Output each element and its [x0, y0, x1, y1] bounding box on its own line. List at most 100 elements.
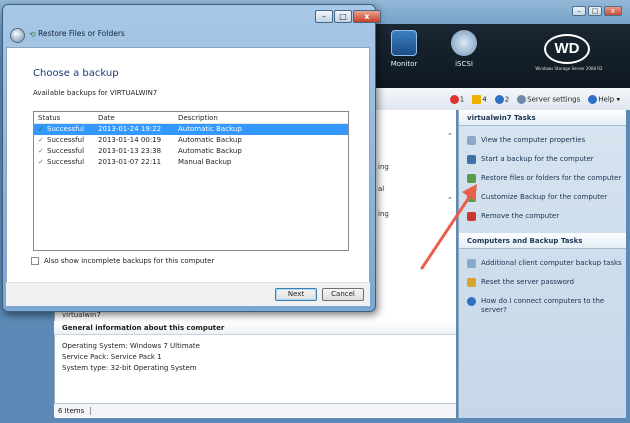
help-label: Help	[598, 95, 615, 103]
incomplete-backups-label: Also show incomplete backups for this co…	[44, 257, 215, 265]
next-button[interactable]: Next	[275, 288, 317, 301]
partial-text: ing	[378, 210, 389, 218]
task-label: How do I connect computers to the server…	[481, 297, 605, 314]
tasks-header: virtualwin7 Tasks	[459, 110, 626, 126]
task-label: View the computer properties	[481, 136, 586, 144]
toolbar-iscsi[interactable]: iSCSI	[442, 30, 486, 68]
dashboard-maximize-button[interactable]: □	[588, 6, 602, 16]
dialog-close-button[interactable]: x	[353, 10, 381, 23]
dialog-footer: Next Cancel	[6, 282, 370, 306]
dialog-title: Restore Files or Folders	[38, 29, 125, 38]
partial-text: al	[378, 185, 385, 193]
list-header: Status Date Description	[34, 112, 348, 124]
info-icon	[494, 94, 504, 104]
general-info-line: Operating System: Windows 7 Ultimate	[62, 342, 200, 350]
restore-wizard-icon: ⟲	[29, 30, 36, 39]
success-check-icon: ✓	[38, 125, 44, 133]
backup-icon	[467, 155, 476, 164]
row-status: Successful	[47, 147, 85, 155]
incomplete-backups-checkbox[interactable]	[31, 257, 39, 265]
dialog-minimize-button[interactable]: –	[315, 10, 333, 23]
dashboard-close-button[interactable]: x	[604, 6, 622, 16]
errors-indicator[interactable]: 1	[449, 94, 465, 104]
help-icon	[588, 94, 598, 104]
row-date: 2013-01-24 19:22	[98, 125, 162, 133]
row-date: 2013-01-13 23:38	[98, 147, 162, 155]
task-label: Start a backup for the computer	[481, 155, 594, 163]
collapse-arrow-icon[interactable]: ⌃	[447, 196, 453, 204]
warning-icon	[472, 94, 482, 104]
collapse-arrow-icon[interactable]: ⌃	[447, 132, 453, 140]
wd-logo: WD	[544, 34, 590, 64]
back-button[interactable]: ←	[10, 28, 25, 43]
general-info-line: Service Pack: Service Pack 1	[62, 353, 162, 361]
toolbar-iscsi-label: iSCSI	[455, 60, 473, 68]
warnings-indicator[interactable]: 4	[472, 94, 487, 104]
dashboard-minimize-button[interactable]: –	[572, 6, 586, 16]
toolbar-monitor-label: Monitor	[390, 60, 418, 68]
restore-icon	[467, 174, 476, 183]
wd-logo-subtitle: Windows Storage Server 2008 R2	[535, 66, 603, 71]
dialog-window-controls: – □ x	[315, 10, 381, 23]
general-info-header: General information about this computer	[54, 321, 456, 335]
success-check-icon: ✓	[38, 158, 44, 166]
cancel-button[interactable]: Cancel	[322, 288, 364, 301]
backup-row[interactable]: ✓ Successful 2013-01-07 22:11 Manual Bac…	[34, 157, 348, 168]
properties-icon	[467, 136, 476, 145]
task-reset-password[interactable]: Reset the server password	[459, 278, 626, 287]
column-status[interactable]: Status	[38, 114, 60, 122]
info-count: 2	[504, 95, 510, 103]
column-date[interactable]: Date	[98, 114, 115, 122]
row-description: Automatic Backup	[178, 136, 242, 144]
row-description: Automatic Backup	[178, 147, 242, 155]
row-date: 2013-01-07 22:11	[98, 158, 162, 166]
row-status: Successful	[47, 158, 85, 166]
task-remove-computer[interactable]: Remove the computer	[459, 212, 626, 221]
dashboard-statusbar: 1 4 2 Server settings Help ▾	[370, 88, 630, 110]
computer-name: virtualwin7	[62, 311, 101, 319]
computers-header: Computers and Backup Tasks	[459, 233, 626, 249]
customize-icon	[467, 193, 476, 202]
dialog-maximize-button[interactable]: □	[334, 10, 352, 23]
task-label: Remove the computer	[481, 212, 560, 220]
server-settings-label: Server settings	[527, 95, 581, 103]
task-customize-backup[interactable]: Customize Backup for the computer	[459, 193, 626, 202]
task-how-connect[interactable]: How do I connect computers to the server…	[459, 297, 626, 315]
tasks-icon	[467, 259, 476, 268]
task-additional-backup[interactable]: Additional client computer backup tasks	[459, 259, 626, 268]
gear-icon	[517, 94, 527, 104]
dashboard-window-controls: – □ x	[572, 6, 622, 16]
task-restore-files[interactable]: Restore files or folders for the compute…	[459, 174, 626, 183]
incomplete-backups-option[interactable]: Also show incomplete backups for this co…	[31, 257, 214, 265]
backups-list[interactable]: Status Date Description ✓ Successful 201…	[33, 111, 349, 251]
row-status: Successful	[47, 136, 85, 144]
dashboard-toolbar: Monitor iSCSI	[370, 24, 630, 88]
task-view-properties[interactable]: View the computer properties	[459, 136, 626, 145]
items-count-bar: 6 Items	[54, 403, 456, 417]
warnings-count: 4	[482, 95, 487, 103]
errors-count: 1	[459, 95, 465, 103]
tasks-pane: virtualwin7 Tasks View the computer prop…	[458, 110, 626, 418]
toolbar-monitor[interactable]: Monitor	[382, 30, 426, 68]
backup-row[interactable]: ✓ Successful 2013-01-13 23:38 Automatic …	[34, 146, 348, 157]
task-label: Additional client computer backup tasks	[481, 259, 622, 267]
info-indicator[interactable]: 2	[494, 94, 510, 104]
row-description: Automatic Backup	[178, 125, 242, 133]
general-info-line: System type: 32-bit Operating System	[62, 364, 197, 372]
success-check-icon: ✓	[38, 136, 44, 144]
task-label: Reset the server password	[481, 278, 575, 286]
row-status: Successful	[47, 125, 85, 133]
available-backups-label: Available backups for VIRTUALWIN7	[33, 89, 158, 97]
row-description: Manual Backup	[178, 158, 232, 166]
backup-row[interactable]: ✓ Successful 2013-01-24 19:22 Automatic …	[34, 124, 348, 135]
column-description[interactable]: Description	[178, 114, 218, 122]
server-settings-link[interactable]: Server settings	[517, 94, 581, 104]
dialog-heading: Choose a backup	[33, 68, 119, 79]
backup-row[interactable]: ✓ Successful 2013-01-14 00:19 Automatic …	[34, 135, 348, 146]
dialog-body: Choose a backup Available backups for VI…	[6, 47, 370, 305]
row-date: 2013-01-14 00:19	[98, 136, 162, 144]
task-start-backup[interactable]: Start a backup for the computer	[459, 155, 626, 164]
key-icon	[467, 278, 476, 287]
help-link[interactable]: Help ▾	[588, 94, 620, 104]
help-icon	[467, 297, 476, 306]
